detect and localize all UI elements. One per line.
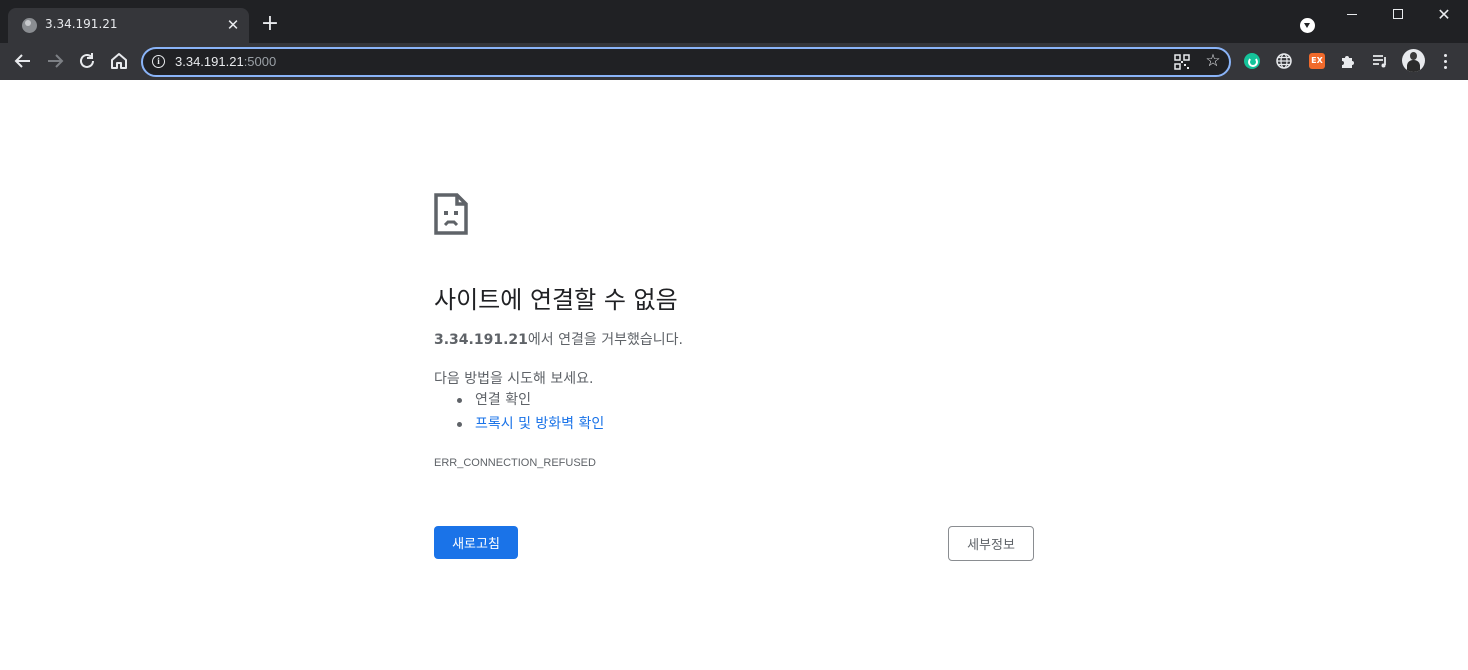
- new-tab-button[interactable]: +: [259, 13, 281, 35]
- profile-avatar[interactable]: [1402, 49, 1425, 72]
- puzzle-icon[interactable]: [1338, 51, 1358, 71]
- window-close-button[interactable]: ✕: [1421, 0, 1467, 30]
- bookmark-star-icon[interactable]: ☆: [1203, 51, 1223, 71]
- globe-icon: [22, 18, 37, 33]
- chrome-menu-button[interactable]: [1435, 50, 1455, 72]
- arrow-right-icon: [48, 54, 64, 68]
- error-description-text: 에서 연결을 거부했습니다.: [527, 332, 683, 348]
- ex-extension-icon[interactable]: EX: [1307, 51, 1327, 71]
- maximize-button[interactable]: [1375, 0, 1421, 30]
- tab-strip: 3.34.191.21 ✕ + ✕: [0, 0, 1468, 43]
- tab-close-button[interactable]: ✕: [223, 15, 243, 35]
- qr-code-icon[interactable]: [1174, 54, 1190, 70]
- address-host: 3.34.191.21: [175, 54, 244, 69]
- info-icon[interactable]: i: [152, 55, 165, 68]
- reload-toolbar-button[interactable]: [75, 49, 99, 73]
- suggestion-list: 연결 확인 프록시 및 방화벽 확인: [434, 390, 604, 438]
- sad-page-icon: [434, 193, 468, 235]
- media-control-icon[interactable]: [1370, 51, 1390, 71]
- proxy-firewall-link[interactable]: 프록시 및 방화벽 확인: [475, 416, 604, 432]
- minimize-button[interactable]: [1329, 0, 1375, 30]
- suggestion-check-connection: 연결 확인: [475, 392, 531, 408]
- suggestion-item: 연결 확인: [434, 390, 604, 414]
- try-label: 다음 방법을 시도해 보세요.: [434, 371, 594, 387]
- back-button[interactable]: [11, 49, 35, 73]
- home-button[interactable]: [107, 49, 131, 73]
- browser-toolbar: i 3.34.191.21:5000 ☆ EX: [0, 43, 1468, 80]
- reload-button[interactable]: 새로고침: [434, 526, 518, 559]
- active-tab[interactable]: 3.34.191.21 ✕: [8, 8, 249, 43]
- globe-icon[interactable]: [1274, 51, 1294, 71]
- tab-search-icon[interactable]: [1300, 18, 1315, 33]
- details-button[interactable]: 세부정보: [948, 526, 1034, 561]
- address-url[interactable]: 3.34.191.21:5000: [175, 54, 276, 69]
- home-icon: [111, 53, 127, 69]
- error-code: ERR_CONNECTION_REFUSED: [434, 457, 596, 469]
- error-title: 사이트에 연결할 수 없음: [434, 286, 678, 314]
- grammarly-icon[interactable]: [1242, 51, 1262, 71]
- tab-title: 3.34.191.21: [45, 17, 118, 31]
- arrow-left-icon: [14, 54, 30, 68]
- error-host: 3.34.191.21: [434, 332, 528, 348]
- suggestion-item: 프록시 및 방화벽 확인: [434, 414, 604, 438]
- forward-button[interactable]: [43, 49, 67, 73]
- address-port: :5000: [243, 54, 277, 69]
- error-page: 사이트에 연결할 수 없음 3.34.191.21에서 연결을 거부했습니다. …: [0, 80, 1468, 670]
- address-bar[interactable]: i 3.34.191.21:5000 ☆: [141, 47, 1231, 77]
- refresh-icon: [80, 53, 94, 68]
- error-description: 3.34.191.21에서 연결을 거부했습니다.: [434, 329, 683, 349]
